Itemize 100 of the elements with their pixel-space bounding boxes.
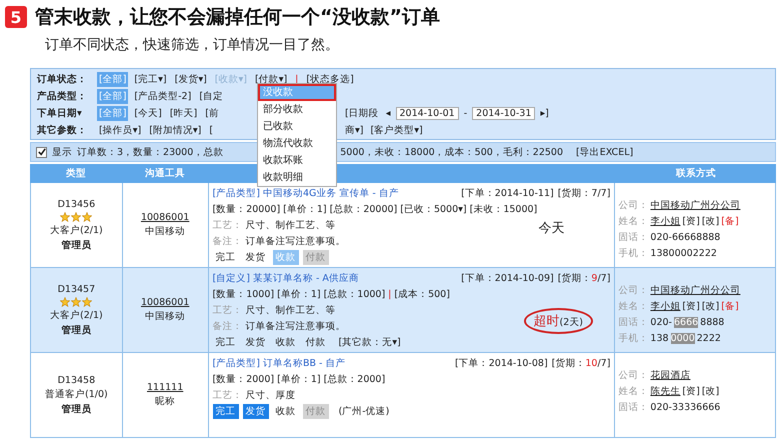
contact-link[interactable]: 李小姐 [650,214,680,228]
contact-text: 138 [650,332,669,344]
menu-item[interactable]: 收款明细 [258,169,336,186]
filter-option[interactable]: [操作员▾] [97,123,144,138]
contact-link[interactable]: 中国移动广州分公司 [650,198,740,212]
filter-label: 产品类型： [37,90,88,103]
manager-name: 管理员 [61,402,92,416]
date-field[interactable]: 2014-10-01 [396,107,459,120]
column-header: 联系方式 [674,167,717,180]
checkbox[interactable] [36,146,47,158]
export-link[interactable]: [导出EXCEL] [576,146,634,158]
filter-option[interactable]: [产品类型-2] [132,89,194,104]
craft-label: 工艺： [212,388,243,402]
contact-label: 姓名： [618,214,648,228]
order-date: [下单：2014-10-09] [461,272,554,284]
star-icon [71,212,82,222]
order-code: D13458 [58,374,96,386]
filter-option[interactable]: [今天] [132,106,164,121]
marked-text: 6666 [674,316,698,328]
note-link[interactable]: [备] [721,214,739,228]
status-tag[interactable]: 完工 [212,334,239,350]
note-label: 备注： [212,234,243,248]
deadline-text: [货期：10/7] [552,356,610,370]
contact-name: 昵称 [155,395,176,408]
customer-level: 大客户(2/1) [50,224,103,236]
order-title-link[interactable]: [产品类型] 订单名称BB - 自产 [212,356,346,370]
filter-option[interactable]: [完工▾] [132,72,169,87]
filter-option[interactable]: [发货▾] [172,72,209,87]
contact-label: 公司： [618,284,648,296]
filter-option[interactable]: [ [207,124,216,137]
summary-text: 5000，未收：18000，成本：500，毛利：22500 [340,146,564,158]
date-field[interactable]: 2014-10-31 [472,107,536,120]
order-title-link[interactable]: [产品类型] 中国移动4G业务 宣传单 - 自产 [212,186,399,200]
filter-option[interactable]: [昨天] [168,106,200,121]
filter-option[interactable]: [付款▾] [252,72,290,87]
contact-link[interactable]: 中国移动广州分公司 [650,284,740,296]
overdue-label: 超时(2天) [524,308,593,334]
contact-number-link[interactable]: 111111 [147,382,184,393]
amount-field: [成本：500] [394,288,450,300]
amount-field: [数量：20000] [212,202,280,216]
filter-option[interactable]: [客户类型▾] [368,123,425,138]
amount-field: [总款：1000] [324,288,386,300]
contact-label: 公司： [618,368,648,382]
column-header: 沟通工具 [144,167,186,180]
filter-option[interactable]: [状态多选] [304,72,356,87]
contact-text: 8888 [700,316,724,328]
status-tag[interactable]: 发货 [242,404,269,418]
contact-number-link[interactable]: 10086001 [140,212,190,223]
today-label: 今天 [538,220,565,237]
filter-label: 其它参数： [37,124,88,137]
status-tag[interactable]: 发货 [242,250,269,264]
menu-item[interactable]: 物流代收款 [258,135,336,152]
filter-option[interactable]: [附加情况▾] [147,123,204,138]
page-title: 管末收款，让您不会漏掉任何一个“没收款”订单 [35,5,440,30]
star-icon [82,296,92,306]
customer-level: 大客户(2/1) [50,308,103,322]
filter-option[interactable]: [前 [203,106,221,121]
filter-option[interactable]: [自定 [197,89,226,104]
status-tag[interactable]: 付款 [302,334,329,350]
contact-label: 固话： [618,230,648,244]
contact-text: 13800002222 [650,248,717,258]
order-title-link[interactable]: [自定义] 某某订单名称 - A供应商 [212,272,359,284]
amount-field: [数量：1000] [212,288,274,300]
arrow-button[interactable]: ◂ [384,107,392,120]
contact-name: 中国移动 [145,310,186,323]
note-link[interactable]: [备] [721,300,739,312]
checkbox-label: 显示 [52,146,72,158]
amount-field: [总款：2000] [324,372,386,386]
star-icon [60,296,70,306]
arrow-button[interactable]: ▸] [538,107,551,120]
menu-item[interactable]: 部分收款 [258,101,336,118]
amount-field: [单价：1] [283,202,327,216]
menu-item[interactable]: 收款坏账 [258,152,336,169]
contact-text: 020-33336666 [650,402,720,412]
extra-info: [其它款：无▾] [338,336,401,348]
status-tag[interactable]: 完工 [212,404,239,418]
status-tag[interactable]: 发货 [242,334,269,350]
status-tag[interactable]: 完工 [212,250,239,264]
contact-text: [资] [682,384,700,398]
status-tag[interactable]: 收款 [272,334,299,350]
filter-option[interactable]: 商▾] [343,123,366,138]
contact-label: 手机： [618,332,648,344]
contact-link[interactable]: 陈先生 [650,384,680,398]
contact-number-link[interactable]: 10086001 [140,297,190,308]
amount-field: [已收：5000▾] [400,202,467,216]
contact-name: 中国移动 [145,225,186,238]
filter-option[interactable]: [日期段 [343,106,381,121]
order-date: [下单：2014-10-11] [461,186,554,200]
menu-item[interactable]: 已收款 [258,118,336,135]
contact-label: 姓名： [618,300,648,312]
contact-text: [改] [702,214,720,228]
craft-label: 工艺： [212,218,243,232]
contact-text: [资] [682,300,700,312]
amount-field: [单价：1] [277,372,321,386]
contact-link[interactable]: 花园酒店 [650,368,690,382]
contact-text: 020-66668888 [650,232,720,242]
manager-name: 管理员 [61,238,92,252]
status-tag[interactable]: 收款 [272,404,299,418]
contact-link[interactable]: 李小姐 [650,300,680,312]
contact-label: 公司： [618,198,648,212]
